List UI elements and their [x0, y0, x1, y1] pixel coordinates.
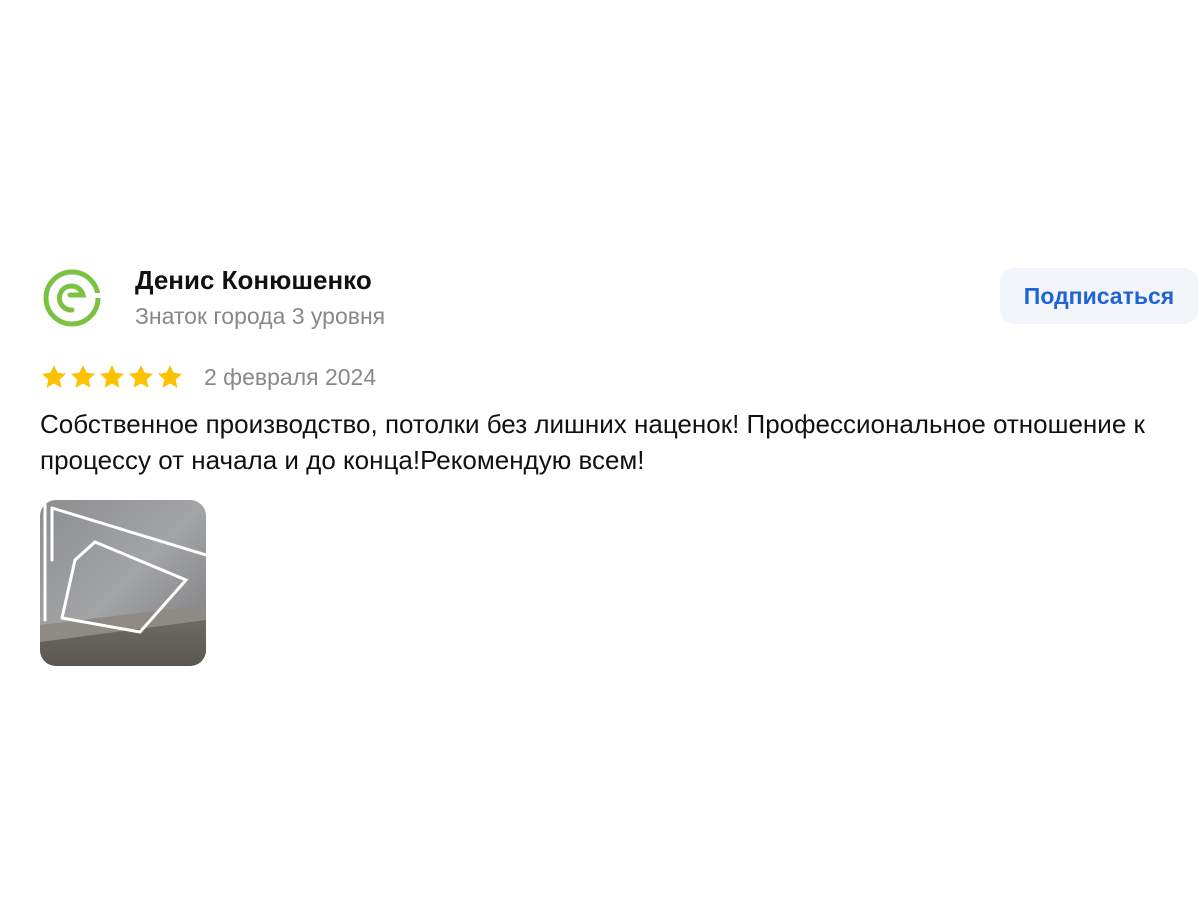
review-photo[interactable] [40, 500, 206, 666]
star-rating [40, 363, 184, 391]
review-card: Денис Конюшенко Знаток города 3 уровня П… [40, 262, 1200, 666]
review-date: 2 февраля 2024 [204, 363, 377, 390]
star-icon [99, 365, 125, 388]
star-icon [128, 365, 154, 388]
author-name[interactable]: Денис Конюшенко [135, 265, 372, 296]
review-header: Денис Конюшенко Знаток города 3 уровня П… [40, 262, 1200, 332]
review-text: Собственное производство, потолки без ли… [40, 409, 1145, 475]
green-g-logo-icon [43, 269, 101, 327]
ceiling-light-lines-photo [40, 500, 206, 666]
subscribe-button[interactable]: Подписаться [1000, 268, 1198, 324]
rating-row: 2 февраля 2024 [40, 360, 376, 394]
star-icon [157, 365, 183, 388]
author-level: Знаток города 3 уровня [135, 303, 386, 329]
star-icon [70, 365, 96, 388]
star-icon [41, 365, 67, 388]
avatar[interactable] [40, 266, 104, 330]
